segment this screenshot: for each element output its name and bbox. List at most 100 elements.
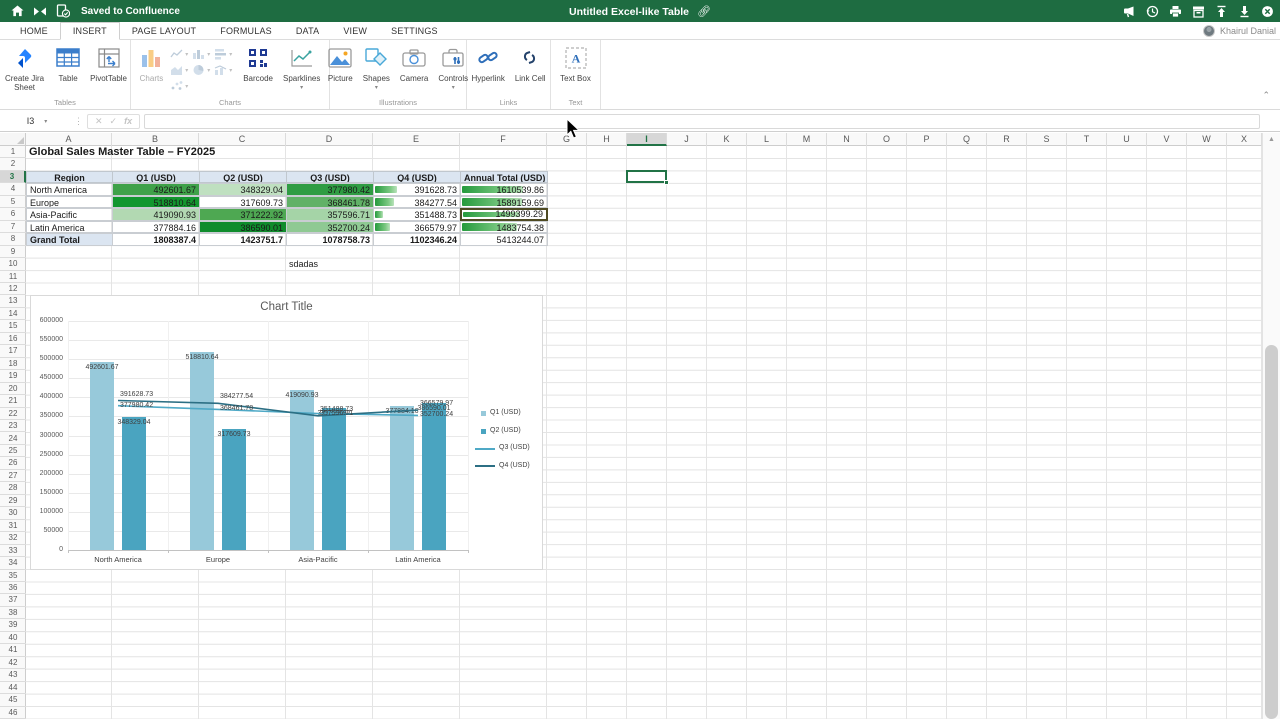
row-header-6[interactable]: 6: [0, 208, 26, 220]
cell-C7[interactable]: 386590.01: [199, 221, 287, 233]
fill-handle[interactable]: [664, 180, 669, 185]
row-header-18[interactable]: 18: [0, 358, 26, 370]
column-header-I[interactable]: I: [627, 133, 667, 146]
name-box-caret-icon[interactable]: ▾: [44, 118, 47, 125]
row-header-37[interactable]: 37: [0, 594, 26, 606]
cell-F6[interactable]: 1499399.29: [460, 208, 548, 220]
row-header-21[interactable]: 21: [0, 395, 26, 407]
row-header-42[interactable]: 42: [0, 657, 26, 669]
row-header-24[interactable]: 24: [0, 433, 26, 445]
row-header-16[interactable]: 16: [0, 333, 26, 345]
column-header-G[interactable]: G: [547, 133, 587, 146]
table-header-3[interactable]: Q3 (USD): [286, 171, 374, 183]
cell-B6[interactable]: 419090.93: [112, 208, 200, 220]
barcode-button[interactable]: Barcode: [240, 44, 276, 83]
shapes-button[interactable]: Shapes ▾: [360, 44, 393, 91]
row-header-29[interactable]: 29: [0, 495, 26, 507]
region-cell[interactable]: Latin America: [26, 221, 113, 233]
table-header-5[interactable]: Annual Total (USD): [460, 171, 548, 183]
column-chart-icon[interactable]: ▾: [192, 46, 214, 62]
tab-home[interactable]: HOME: [8, 22, 60, 39]
column-header-R[interactable]: R: [987, 133, 1027, 146]
select-all-corner[interactable]: [0, 133, 26, 146]
line-chart-icon[interactable]: ▾: [170, 46, 192, 62]
hyperlink-button[interactable]: Hyperlink: [468, 44, 507, 83]
row-header-8[interactable]: 8: [0, 233, 26, 245]
cell-F7[interactable]: 1483754.38: [460, 221, 548, 233]
download-icon[interactable]: [1237, 4, 1251, 18]
row-header-10[interactable]: 10: [0, 258, 26, 270]
cell-E7[interactable]: 366579.97: [373, 221, 461, 233]
row-header-45[interactable]: 45: [0, 694, 26, 706]
expand-icon[interactable]: [33, 4, 47, 18]
column-header-S[interactable]: S: [1027, 133, 1067, 146]
bar-chart-icon[interactable]: ▾: [214, 46, 236, 62]
row-header-9[interactable]: 9: [0, 246, 26, 258]
row-header-1[interactable]: 1: [0, 146, 26, 158]
column-header-U[interactable]: U: [1107, 133, 1147, 146]
cell-B8[interactable]: 1808387.4: [112, 233, 200, 245]
cell-D5[interactable]: 368461.78: [286, 196, 374, 208]
cell-E6[interactable]: 351488.73: [373, 208, 461, 220]
region-cell[interactable]: Europe: [26, 196, 113, 208]
row-header-19[interactable]: 19: [0, 370, 26, 382]
sheet-title-cell[interactable]: Global Sales Master Table – FY2025: [26, 146, 376, 158]
cell-C5[interactable]: 317609.73: [199, 196, 287, 208]
row-header-38[interactable]: 38: [0, 607, 26, 619]
collapse-ribbon-icon[interactable]: ⌃: [1262, 90, 1270, 101]
table-header-2[interactable]: Q2 (USD): [199, 171, 287, 183]
create-jira-sheet-button[interactable]: Create Jira Sheet: [0, 44, 49, 92]
column-header-T[interactable]: T: [1067, 133, 1107, 146]
row-header-7[interactable]: 7: [0, 221, 26, 233]
row-header-4[interactable]: 4: [0, 183, 26, 195]
home-icon[interactable]: [10, 4, 24, 18]
embedded-chart[interactable]: Chart Title05000010000015000020000025000…: [30, 295, 543, 570]
picture-button[interactable]: Picture: [325, 44, 356, 83]
cell-D4[interactable]: 377980.42: [286, 183, 374, 195]
column-header-P[interactable]: P: [907, 133, 947, 146]
area-chart-icon[interactable]: ▾: [170, 62, 192, 78]
history-icon[interactable]: [1145, 4, 1159, 18]
cell-B7[interactable]: 377884.16: [112, 221, 200, 233]
cell-D7[interactable]: 352700.24: [286, 221, 374, 233]
pie-chart-icon[interactable]: ▾: [192, 62, 214, 78]
column-header-K[interactable]: K: [707, 133, 747, 146]
table-header-0[interactable]: Region: [26, 171, 113, 183]
sparklines-dropdown-caret[interactable]: ▾: [300, 85, 303, 91]
table-header-1[interactable]: Q1 (USD): [112, 171, 200, 183]
link-cell-button[interactable]: Link Cell: [512, 44, 549, 83]
column-header-M[interactable]: M: [787, 133, 827, 146]
close-icon[interactable]: [1260, 4, 1274, 18]
column-header-F[interactable]: F: [460, 133, 547, 146]
feedback-icon[interactable]: [1122, 4, 1136, 18]
row-header-39[interactable]: 39: [0, 619, 26, 631]
column-header-V[interactable]: V: [1147, 133, 1187, 146]
table-button[interactable]: Table: [53, 44, 83, 83]
cell-E5[interactable]: 384277.54: [373, 196, 461, 208]
row-header-35[interactable]: 35: [0, 570, 26, 582]
grand-total-label[interactable]: Grand Total: [26, 233, 113, 245]
shapes-dropdown-caret[interactable]: ▾: [375, 85, 378, 91]
row-header-36[interactable]: 36: [0, 582, 26, 594]
controls-dropdown-caret[interactable]: ▾: [452, 85, 455, 91]
column-header-H[interactable]: H: [587, 133, 627, 146]
upload-icon[interactable]: [1214, 4, 1228, 18]
cell-D6[interactable]: 357596.71: [286, 208, 374, 220]
pivottable-button[interactable]: PivotTable: [87, 44, 130, 83]
row-header-32[interactable]: 32: [0, 532, 26, 544]
charts-button[interactable]: Charts: [137, 44, 167, 83]
cells-grid[interactable]: Global Sales Master Table – FY2025sdadas…: [26, 146, 1262, 719]
tab-settings[interactable]: SETTINGS: [379, 22, 450, 39]
region-cell[interactable]: Asia-Pacific: [26, 208, 113, 220]
cell-F4[interactable]: 1610539.86: [460, 183, 548, 195]
table-header-4[interactable]: Q4 (USD): [373, 171, 461, 183]
row-header-5[interactable]: 5: [0, 196, 26, 208]
column-header-A[interactable]: A: [26, 133, 112, 146]
row-header-3[interactable]: 3: [0, 171, 26, 183]
column-header-N[interactable]: N: [827, 133, 867, 146]
formula-bar-resize-handle[interactable]: ⋮: [74, 119, 83, 123]
column-header-D[interactable]: D: [286, 133, 373, 146]
cell-B4[interactable]: 492601.67: [112, 183, 200, 195]
column-header-W[interactable]: W: [1187, 133, 1227, 146]
row-header-43[interactable]: 43: [0, 669, 26, 681]
